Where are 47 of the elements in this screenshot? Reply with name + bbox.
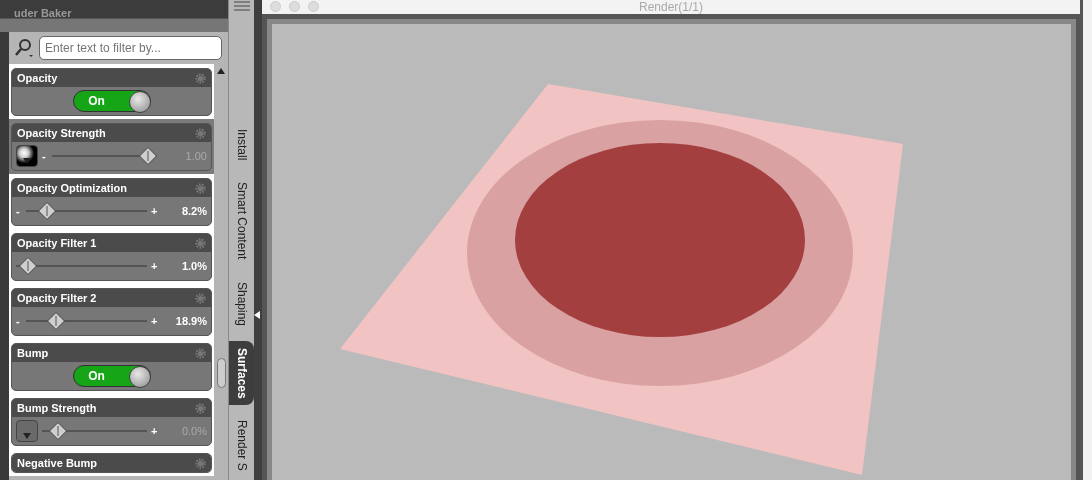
side-tab[interactable]: Surfaces: [229, 340, 254, 406]
gear-icon[interactable]: [195, 127, 206, 139]
property-label: Opacity Filter 2: [17, 290, 97, 306]
window-title: Render(1/1): [639, 0, 703, 16]
side-tab[interactable]: Render S: [229, 413, 254, 479]
plus-sign: +: [151, 258, 157, 274]
property-label: Opacity: [17, 70, 58, 86]
gear-icon[interactable]: [195, 347, 206, 359]
side-tab[interactable]: Smart Content: [229, 175, 254, 267]
panel-title: uder Baker: [14, 7, 72, 18]
side-tab[interactable]: Shaping: [229, 274, 254, 333]
plus-sign: +: [151, 203, 157, 219]
caret-icon: [23, 433, 31, 439]
scrollbar-thumb[interactable]: [216, 358, 226, 388]
scroll-up-icon[interactable]: [217, 68, 225, 74]
collapse-arrow-icon[interactable]: [254, 311, 260, 319]
property-label: Bump: [17, 345, 49, 361]
search-icon[interactable]: [13, 37, 35, 59]
slider-thumb[interactable]: [139, 147, 157, 165]
slider-thumb[interactable]: [48, 422, 67, 440]
value-label: 1.0%: [180, 258, 207, 274]
minus-sign: -: [16, 203, 21, 219]
gear-icon[interactable]: [195, 457, 206, 469]
value-label: 8.2%: [180, 203, 207, 219]
gear-icon[interactable]: [195, 72, 206, 84]
plus-sign: +: [151, 423, 157, 439]
caret-icon: [23, 158, 31, 164]
property-label: Opacity Filter 1: [17, 235, 97, 251]
property-label: Bump Strength: [17, 400, 97, 416]
minus-sign: -: [42, 148, 47, 164]
property-label: Opacity Optimization: [17, 180, 127, 196]
filter-field[interactable]: Enter text to filter by...: [39, 36, 222, 60]
value-label: 18.9%: [174, 313, 207, 329]
property-label: Opacity Strength: [17, 125, 106, 141]
gear-icon[interactable]: [195, 237, 206, 249]
slider-thumb[interactable]: [46, 312, 65, 330]
map-button[interactable]: [16, 145, 38, 167]
side-tab[interactable]: Install: [229, 122, 254, 168]
minus-sign: -: [16, 313, 21, 329]
gear-icon[interactable]: [195, 292, 206, 304]
slider-thumb[interactable]: [38, 202, 57, 220]
gear-icon[interactable]: [195, 182, 206, 194]
plus-sign: +: [151, 313, 157, 329]
property-label: Negative Bump: [17, 455, 98, 471]
slider-thumb[interactable]: [19, 257, 38, 275]
gear-icon[interactable]: [195, 402, 206, 414]
menu-icon[interactable]: [231, 0, 252, 12]
